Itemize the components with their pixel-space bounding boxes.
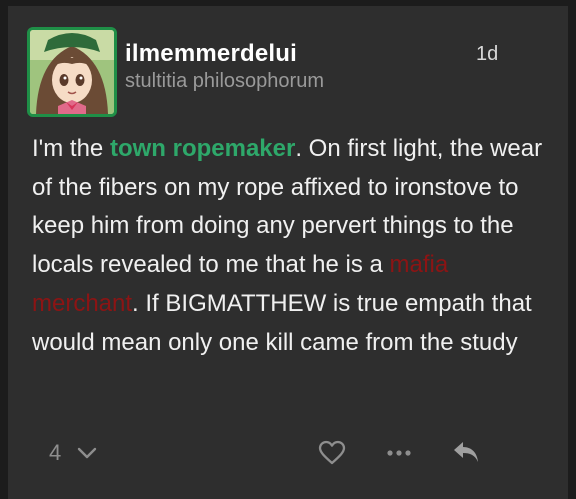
post-body: I'm the town ropemaker. On first light, … [32, 130, 544, 362]
chevron-down-icon[interactable] [76, 445, 98, 461]
avatar-image [30, 30, 114, 114]
post-actions: 4 [8, 436, 568, 476]
avatar[interactable] [27, 27, 117, 117]
user-title: stultitia philosophorum [125, 70, 324, 92]
role-highlight-green: town ropemaker [109, 135, 296, 162]
more-icon[interactable] [386, 448, 412, 458]
heart-icon[interactable] [318, 440, 346, 466]
reply-icon[interactable] [452, 440, 480, 464]
post-card: ilmemmerdelui stultitia philosophorum 1d… [8, 6, 568, 499]
screen: ilmemmerdelui stultitia philosophorum 1d… [0, 0, 576, 499]
username[interactable]: ilmemmerdelui [125, 40, 297, 68]
likes-count[interactable]: 4 [49, 440, 61, 466]
post-age[interactable]: 1d [476, 43, 498, 66]
post-text-1: I'm the [32, 135, 110, 162]
